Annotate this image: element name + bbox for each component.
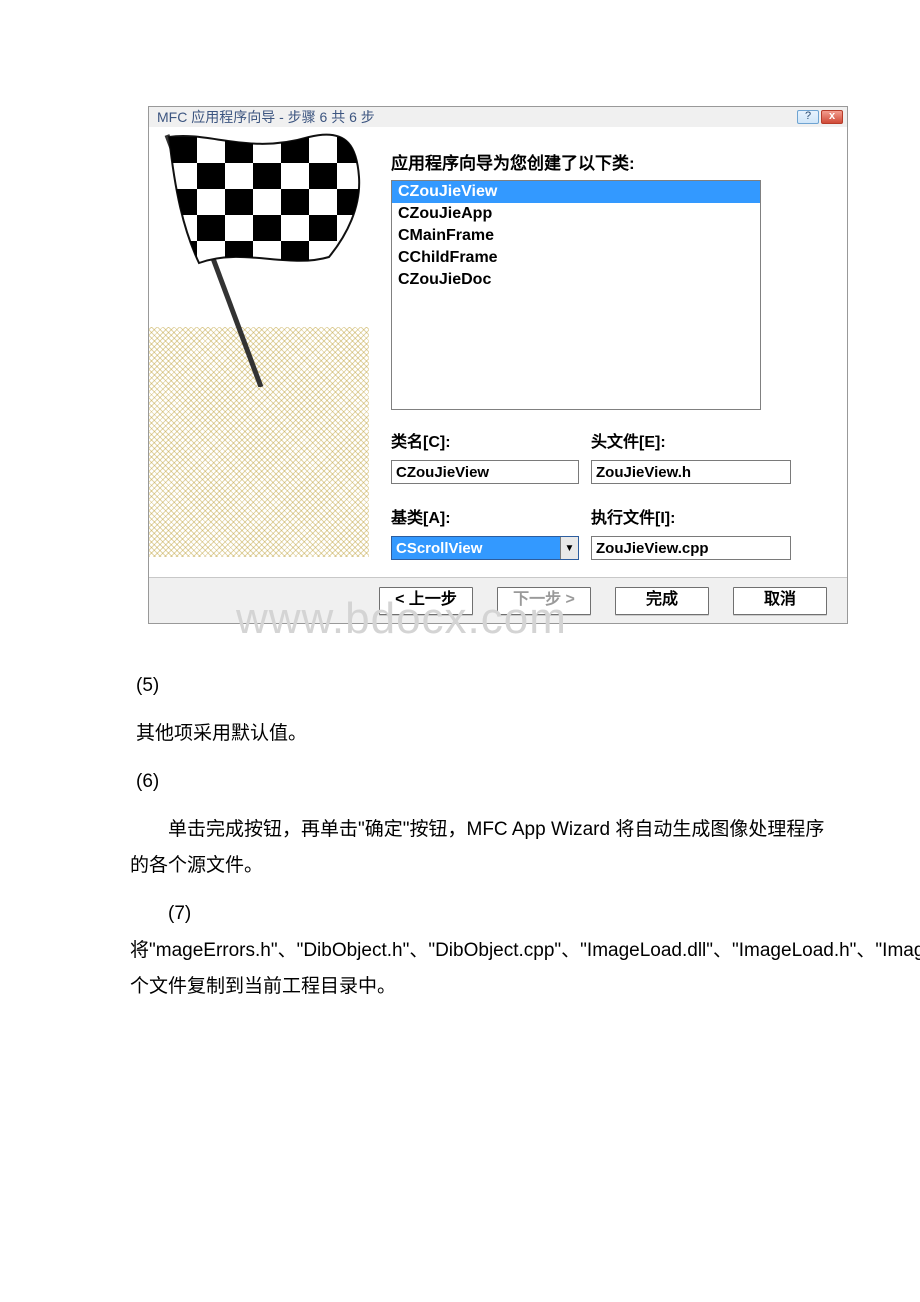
header-file-label: 头文件[E]: <box>591 428 791 454</box>
dialog-window: MFC 应用程序向导 - 步骤 6 共 6 步 ? x <box>148 106 848 624</box>
classes-listbox[interactable]: CZouJieView CZouJieApp CMainFrame CChild… <box>391 180 761 410</box>
list-item[interactable]: CMainFrame <box>392 225 760 247</box>
list-item[interactable]: CZouJieView <box>392 181 760 203</box>
impl-file-label: 执行文件[I]: <box>591 504 791 530</box>
document-text: (5) 其他项采用默认值。 (6) 单击完成按钮，再单击"确定"按钮，MFC A… <box>136 668 816 1017</box>
list-item[interactable]: CZouJieDoc <box>392 269 760 291</box>
right-panel: 应用程序向导为您创建了以下类: CZouJieView CZouJieApp C… <box>369 127 847 577</box>
title-bar-buttons: ? x <box>797 110 843 124</box>
para-7-content: (7)将"mageErrors.h"、"DibObject.h"、"DibObj… <box>130 896 830 1004</box>
class-name-label: 类名[C]: <box>391 428 579 454</box>
title-bar: MFC 应用程序向导 - 步骤 6 共 6 步 ? x <box>149 107 847 127</box>
help-button[interactable]: ? <box>797 110 819 124</box>
chevron-down-icon[interactable]: ▼ <box>560 537 578 559</box>
left-panel <box>149 127 369 577</box>
window-title: MFC 应用程序向导 - 步骤 6 共 6 步 <box>157 107 375 127</box>
classes-label: 应用程序向导为您创建了以下类: <box>391 149 823 174</box>
finish-button[interactable]: 完成 <box>615 587 709 615</box>
header-file-input[interactable] <box>591 460 791 484</box>
impl-file-input[interactable] <box>591 536 791 560</box>
list-item[interactable]: CZouJieApp <box>392 203 760 225</box>
dialog-body: 应用程序向导为您创建了以下类: CZouJieView CZouJieApp C… <box>149 127 847 577</box>
base-class-select[interactable]: CScrollView ▼ <box>391 536 579 560</box>
button-row: < 上一步 下一步 > 完成 取消 <box>149 577 847 623</box>
flag-image <box>149 127 369 387</box>
para-5: (5) <box>136 668 816 704</box>
cancel-button[interactable]: 取消 <box>733 587 827 615</box>
para-5-content: 其他项采用默认值。 <box>136 716 816 752</box>
para-6-content: 单击完成按钮，再单击"确定"按钮，MFC App Wizard 将自动生成图像处… <box>130 812 830 884</box>
base-class-value: CScrollView <box>392 539 560 558</box>
base-class-label: 基类[A]: <box>391 504 579 530</box>
close-button[interactable]: x <box>821 110 843 124</box>
prev-button[interactable]: < 上一步 <box>379 587 473 615</box>
para-6: (6) <box>136 764 816 800</box>
next-button: 下一步 > <box>497 587 591 615</box>
class-name-input[interactable] <box>391 460 579 484</box>
fields-grid: 类名[C]: 头文件[E]: 基类[A]: 执行文件[I]: CScrollVi… <box>391 428 823 560</box>
list-item[interactable]: CChildFrame <box>392 247 760 269</box>
